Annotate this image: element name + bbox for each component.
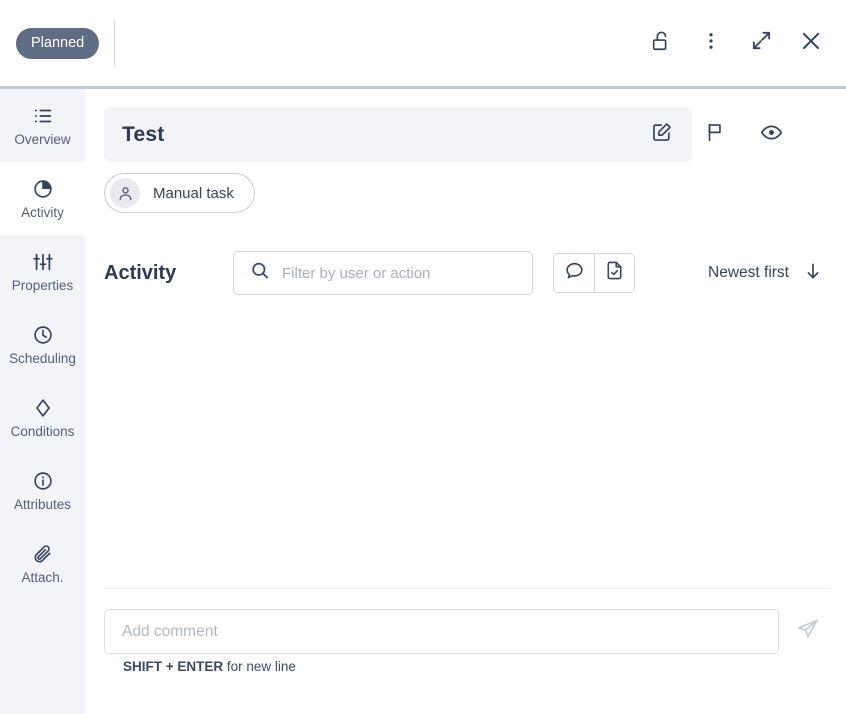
- sidebar-item-properties[interactable]: Properties: [0, 235, 85, 308]
- flag-icon: [704, 121, 726, 148]
- document-check-icon: [604, 260, 625, 286]
- top-bar: Planned: [0, 0, 846, 86]
- send-icon: [796, 617, 820, 646]
- more-options-button[interactable]: [696, 28, 726, 58]
- comment-input[interactable]: [104, 609, 779, 654]
- arrow-down-icon: [803, 261, 823, 286]
- topbar-separator: [114, 19, 116, 67]
- activity-heading: Activity: [104, 261, 177, 284]
- activity-feed: [104, 309, 830, 588]
- pie-chart-icon: [32, 177, 54, 201]
- lock-open-button[interactable]: [646, 28, 676, 58]
- close-button[interactable]: [796, 28, 826, 58]
- sidebar-item-label: Properties: [11, 278, 74, 294]
- sidebar-item-overview[interactable]: Overview: [0, 89, 85, 162]
- close-icon: [798, 28, 824, 59]
- sidebar-item-label: Overview: [14, 132, 71, 148]
- composer-hint: SHIFT + ENTER for new line: [123, 659, 296, 674]
- comment-composer: [104, 609, 830, 654]
- main-content: Test Manual task Activity Filter by user…: [85, 89, 846, 714]
- search-input[interactable]: [233, 251, 533, 295]
- composer-divider: [104, 588, 830, 589]
- edit-button[interactable]: [647, 120, 677, 150]
- sidebar-item-label: Attributes: [13, 497, 72, 513]
- sidebar: Overview Activity Properties Scheduling …: [0, 89, 85, 714]
- sidebar-item-attachments[interactable]: Attach.: [0, 527, 85, 600]
- status-badge[interactable]: Planned: [16, 27, 100, 59]
- comments-toggle-button[interactable]: [554, 254, 594, 292]
- paperclip-icon: [32, 542, 54, 566]
- composer-hint-rest: for new line: [223, 659, 296, 674]
- sidebar-item-label: Activity: [21, 205, 64, 221]
- user-icon: [110, 178, 140, 208]
- activity-toolbar: Activity Filter by user or action Newest…: [104, 251, 830, 295]
- sidebar-item-activity[interactable]: Activity: [0, 162, 85, 235]
- task-type-chip[interactable]: Manual task: [104, 173, 255, 213]
- flag-button[interactable]: [700, 120, 730, 150]
- send-comment-button[interactable]: [793, 617, 823, 647]
- lock-open-icon: [650, 30, 672, 57]
- page-title: Test: [122, 122, 165, 146]
- title-actions-inside: [647, 120, 677, 150]
- sidebar-item-conditions[interactable]: Conditions: [0, 381, 85, 454]
- changes-toggle-button[interactable]: [594, 254, 634, 292]
- sidebar-item-attributes[interactable]: Attributes: [0, 454, 85, 527]
- sort-label: Newest first: [708, 264, 789, 281]
- list-icon: [32, 104, 54, 128]
- expand-icon: [750, 29, 773, 57]
- task-detail-panel: Planned Overview Activity Properties Sch…: [0, 0, 846, 714]
- sidebar-item-scheduling[interactable]: Scheduling: [0, 308, 85, 381]
- edit-icon: [651, 121, 673, 148]
- sidebar-item-label: Attach.: [21, 570, 64, 586]
- expand-button[interactable]: [746, 28, 776, 58]
- eye-icon: [760, 121, 783, 149]
- composer-hint-bold: SHIFT + ENTER: [123, 659, 224, 674]
- more-vertical-icon: [700, 30, 722, 57]
- sidebar-item-label: Conditions: [10, 424, 75, 440]
- title-actions-outside: [700, 107, 786, 162]
- watch-button[interactable]: [756, 120, 786, 150]
- sort-control[interactable]: Newest first: [708, 261, 830, 286]
- activity-type-toggle: [553, 253, 635, 293]
- activity-filter: [233, 251, 533, 295]
- sliders-icon: [32, 250, 54, 274]
- task-title-bar: Test: [104, 107, 692, 162]
- comment-icon: [564, 260, 585, 286]
- topbar-actions: [646, 28, 826, 58]
- task-type-chip-label: Manual task: [153, 184, 234, 202]
- diamond-icon: [32, 396, 54, 420]
- sidebar-item-label: Scheduling: [9, 351, 76, 367]
- clock-icon: [32, 323, 54, 347]
- info-icon: [32, 469, 54, 493]
